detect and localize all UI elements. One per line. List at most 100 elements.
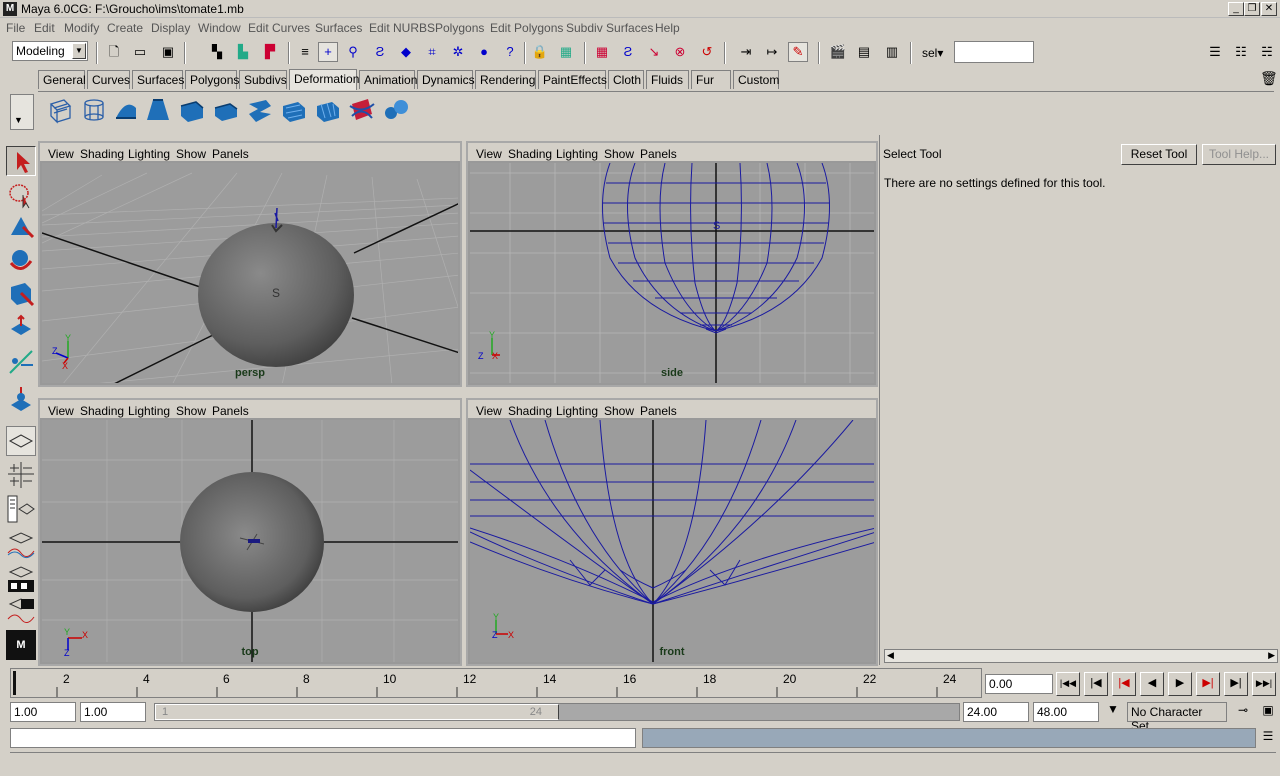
panel-menu-shading[interactable]: Shading xyxy=(508,404,552,418)
twist-icon[interactable] xyxy=(246,96,274,124)
panel-menu-view[interactable]: View xyxy=(48,404,74,418)
step-back-frame-icon[interactable]: |◀ xyxy=(1112,672,1136,696)
snap-surface-icon[interactable]: ⌗ xyxy=(422,42,442,62)
viewport-persp[interactable]: S Y Z X persp xyxy=(42,163,458,383)
question-mask-icon[interactable]: ? xyxy=(500,42,520,62)
tab-fur[interactable]: Fur xyxy=(691,70,731,89)
snap-view-icon[interactable]: ◆ xyxy=(396,42,416,62)
tab-fluids[interactable]: Fluids xyxy=(646,70,689,89)
panel-menu-lighting[interactable]: Lighting xyxy=(556,404,598,418)
step-forward-key-icon[interactable]: ▶| xyxy=(1224,672,1248,696)
tab-general[interactable]: General xyxy=(38,70,86,89)
render-layout-icon[interactable] xyxy=(6,596,36,626)
animation-start-field[interactable]: 1.00 xyxy=(10,702,76,722)
cluster-icon[interactable] xyxy=(80,96,108,124)
panel-menu-show[interactable]: Show xyxy=(176,404,206,418)
menu-create[interactable]: Create xyxy=(107,21,143,35)
panel-menu-lighting[interactable]: Lighting xyxy=(128,147,170,161)
outliner-layout-icon[interactable] xyxy=(6,494,36,524)
go-to-start-icon[interactable]: |◀◀ xyxy=(1056,672,1080,696)
close-button[interactable]: ✕ xyxy=(1261,2,1277,16)
restore-button[interactable]: ❐ xyxy=(1244,2,1260,16)
wave-icon[interactable] xyxy=(280,96,308,124)
current-time-field[interactable]: 0.00 xyxy=(985,674,1053,694)
squash-icon[interactable] xyxy=(212,96,240,124)
auto-key-icon[interactable]: ⊸ xyxy=(1231,703,1255,721)
tab-custom[interactable]: Custom xyxy=(733,70,779,89)
save-scene-icon[interactable]: ▣ xyxy=(158,42,178,62)
command-line-input[interactable] xyxy=(10,728,636,748)
chevron-down-icon[interactable]: ▼ xyxy=(1102,702,1124,722)
animation-end-field[interactable]: 48.00 xyxy=(1033,702,1099,722)
play-backwards-icon[interactable]: ◀ xyxy=(1140,672,1164,696)
minimize-button[interactable]: _ xyxy=(1228,2,1244,16)
select-tool-icon[interactable] xyxy=(6,146,36,176)
horizontal-scrollbar[interactable]: ◀ ▶ xyxy=(884,649,1278,663)
render-globals-icon[interactable]: ▥ xyxy=(882,42,902,62)
tool-help-button[interactable]: Tool Help... xyxy=(1202,144,1276,165)
tab-deformation[interactable]: Deformation xyxy=(289,69,359,90)
menu-display[interactable]: Display xyxy=(151,21,190,35)
playback-end-field[interactable]: 24.00 xyxy=(963,702,1029,722)
tab-surfaces[interactable]: Surfaces xyxy=(132,70,184,89)
panel-menu-show[interactable]: Show xyxy=(176,147,206,161)
menu-edit[interactable]: Edit xyxy=(34,21,55,35)
flare-icon[interactable] xyxy=(144,96,172,124)
tab-animation[interactable]: Animation xyxy=(359,70,417,89)
menu-edit-polygons[interactable]: Edit Polygons xyxy=(490,21,563,35)
panel-menu-lighting[interactable]: Lighting xyxy=(556,147,598,161)
last-tool-icon[interactable] xyxy=(6,382,36,412)
construction-history-toggle-icon[interactable]: ✎ xyxy=(788,42,808,62)
panel-menu-shading[interactable]: Shading xyxy=(80,147,124,161)
ipr-render-icon[interactable]: ▤ xyxy=(854,42,874,62)
wire-icon[interactable] xyxy=(348,96,376,124)
four-view-layout-icon[interactable] xyxy=(6,460,36,490)
select-hierarchy-icon[interactable]: ▚ xyxy=(207,42,227,62)
time-slider[interactable]: 2 4 6 8 10 12 14 16 18 20 22 24 xyxy=(10,668,982,698)
select-component-icon[interactable]: ▛ xyxy=(260,42,280,62)
paint-select-icon[interactable] xyxy=(6,212,36,242)
construction-history-icon[interactable]: ⊗ xyxy=(670,42,690,62)
sculpt-icon[interactable] xyxy=(314,96,342,124)
menu-file[interactable]: File xyxy=(6,21,25,35)
menu-edit-nurbs[interactable]: Edit NURBS xyxy=(369,21,435,35)
single-view-layout-icon[interactable] xyxy=(6,426,36,456)
go-to-end-icon[interactable]: ▶▶| xyxy=(1252,672,1276,696)
history-icon[interactable]: ▦ xyxy=(592,42,612,62)
quick-select-field[interactable] xyxy=(954,41,1034,63)
panel-menu-view[interactable]: View xyxy=(48,147,74,161)
selection-mask-icon[interactable]: ≡ xyxy=(295,42,315,62)
viewport-front[interactable]: Y Z X front xyxy=(470,420,874,662)
playback-start-field[interactable]: 1.00 xyxy=(80,702,146,722)
menu-polygons[interactable]: Polygons xyxy=(435,21,484,35)
input-operations-icon[interactable]: ⇥ xyxy=(736,42,756,62)
lock-icon[interactable]: 🔒 xyxy=(530,42,550,62)
open-scene-icon[interactable]: ▭ xyxy=(130,42,150,62)
show-attribute-editor-icon[interactable]: ☰ xyxy=(1205,42,1225,62)
menu-edit-curves[interactable]: Edit Curves xyxy=(248,21,310,35)
scroll-right-icon[interactable]: ▶ xyxy=(1268,650,1275,661)
curve-snap-icon[interactable]: Ƨ xyxy=(618,42,638,62)
step-back-key-icon[interactable]: |◀ xyxy=(1084,672,1108,696)
rotate-tool-icon[interactable] xyxy=(6,278,36,308)
viewport-top[interactable]: X Y Z top xyxy=(42,420,458,662)
select-object-icon[interactable]: ▙ xyxy=(233,42,253,62)
step-forward-frame-icon[interactable]: ▶| xyxy=(1196,672,1220,696)
panel-menu-show[interactable]: Show xyxy=(604,404,634,418)
tab-cloth[interactable]: Cloth xyxy=(608,70,644,89)
snap-grid-icon[interactable]: + xyxy=(318,42,338,62)
shelf-menu-button[interactable]: ▼ xyxy=(10,94,34,130)
tab-painteffects[interactable]: PaintEffects xyxy=(538,70,607,89)
menu-set-dropdown[interactable]: Modeling ▼ xyxy=(12,41,88,61)
point-constraint-icon[interactable]: ↘ xyxy=(644,42,664,62)
snap-curve-icon[interactable]: ⚲ xyxy=(343,42,363,62)
nonlinear-bend-icon[interactable] xyxy=(112,96,140,124)
reset-tool-button[interactable]: Reset Tool xyxy=(1121,144,1197,165)
lasso-tool-icon[interactable] xyxy=(6,180,36,210)
play-forwards-icon[interactable]: ▶ xyxy=(1168,672,1192,696)
menu-window[interactable]: Window xyxy=(198,21,241,35)
manipulator-icon[interactable] xyxy=(6,346,36,376)
show-tool-settings-icon[interactable]: ☷ xyxy=(1231,42,1251,62)
panel-menu-panels[interactable]: Panels xyxy=(640,404,677,418)
hypergraph-layout-icon[interactable] xyxy=(6,564,36,594)
